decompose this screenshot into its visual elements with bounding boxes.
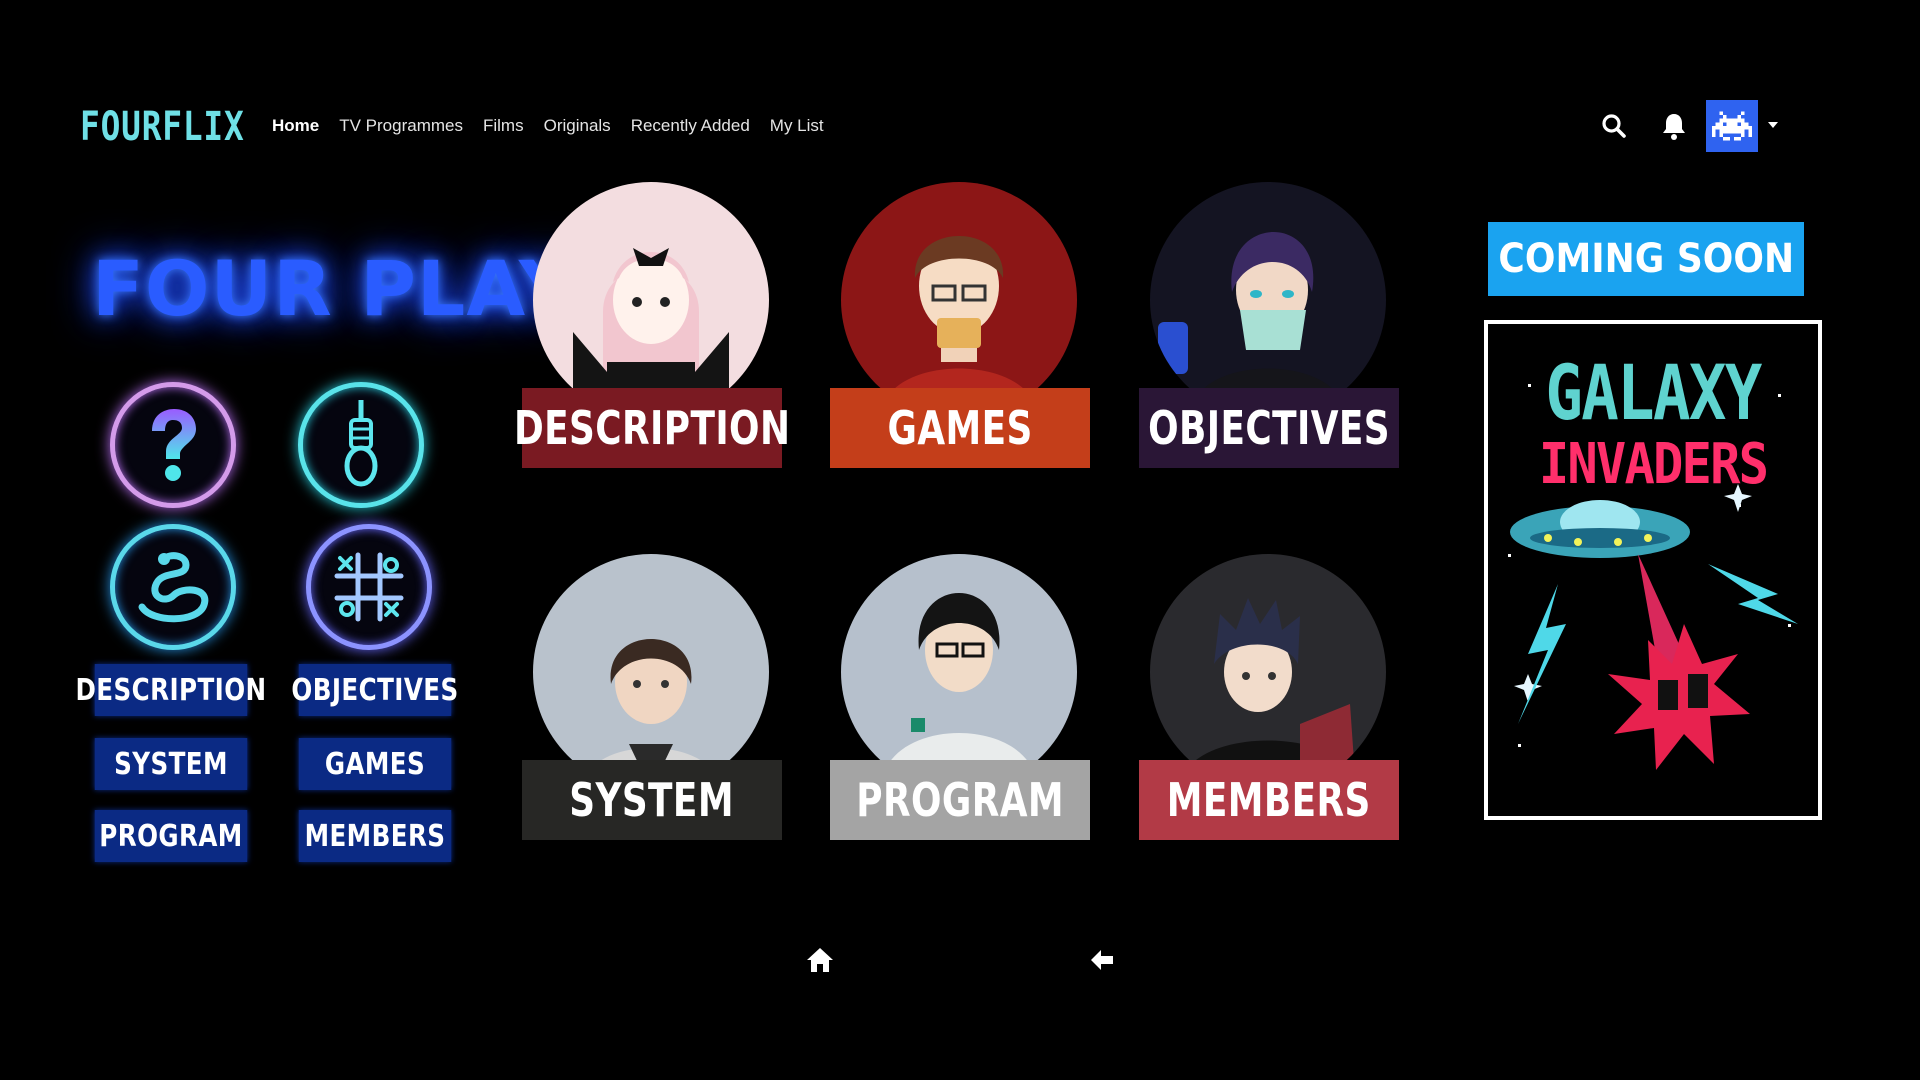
main-nav: Home TV Programmes Films Originals Recen…	[272, 116, 824, 136]
back-arrow-icon[interactable]	[1082, 940, 1122, 980]
card-label: SYSTEM	[522, 760, 782, 840]
card-system[interactable]: SYSTEM	[522, 554, 782, 854]
fourflix-logo[interactable]: FOURFLIX	[80, 104, 245, 150]
character-portrait	[533, 182, 769, 418]
card-program[interactable]: PROGRAM	[830, 554, 1090, 854]
question-mark-icon[interactable]	[110, 382, 236, 508]
character-portrait	[533, 554, 769, 790]
card-games[interactable]: GAMES	[830, 182, 1090, 482]
space-invader-avatar-icon	[1712, 111, 1752, 141]
character-portrait	[1150, 554, 1386, 790]
card-members[interactable]: MEMBERS	[1139, 554, 1399, 854]
caret-down-icon[interactable]	[1766, 117, 1780, 135]
character-portrait	[841, 554, 1077, 790]
side-system-button[interactable]: SYSTEM	[94, 738, 248, 790]
card-objectives[interactable]: OBJECTIVES	[1139, 182, 1399, 482]
card-label: MEMBERS	[1139, 760, 1399, 840]
account-controls	[1596, 100, 1780, 152]
home-icon[interactable]	[800, 940, 840, 980]
snake-icon[interactable]	[110, 524, 236, 650]
nav-tv-programmes[interactable]: TV Programmes	[339, 116, 463, 136]
nav-recently-added[interactable]: Recently Added	[631, 116, 750, 136]
side-games-button[interactable]: GAMES	[298, 738, 452, 790]
search-icon[interactable]	[1596, 108, 1632, 144]
nav-my-list[interactable]: My List	[770, 116, 824, 136]
card-label: OBJECTIVES	[1139, 388, 1399, 468]
side-program-button[interactable]: PROGRAM	[94, 810, 248, 862]
tic-tac-toe-icon[interactable]	[306, 524, 432, 650]
card-label: PROGRAM	[830, 760, 1090, 840]
four-play-title: FOUR PLAY	[92, 244, 575, 333]
side-members-button[interactable]: MEMBERS	[298, 810, 452, 862]
ufo-illustration	[1508, 384, 1798, 770]
profile-avatar[interactable]	[1706, 100, 1758, 152]
nav-originals[interactable]: Originals	[544, 116, 611, 136]
card-description[interactable]: DESCRIPTION	[514, 182, 790, 482]
card-label: GAMES	[830, 388, 1090, 468]
noose-icon[interactable]	[298, 382, 424, 508]
side-description-button[interactable]: DESCRIPTION	[75, 664, 266, 716]
character-portrait	[1150, 182, 1386, 418]
bell-icon[interactable]	[1656, 108, 1692, 144]
character-portrait	[841, 182, 1077, 418]
nav-home[interactable]: Home	[272, 116, 319, 136]
card-label: DESCRIPTION	[514, 388, 790, 468]
coming-soon-banner: COMING SOON	[1488, 222, 1804, 296]
nav-films[interactable]: Films	[483, 116, 524, 136]
side-objectives-button[interactable]: OBJECTIVES	[291, 664, 458, 716]
galaxy-invaders-poster[interactable]: GALAXY INVADERS	[1484, 320, 1822, 820]
